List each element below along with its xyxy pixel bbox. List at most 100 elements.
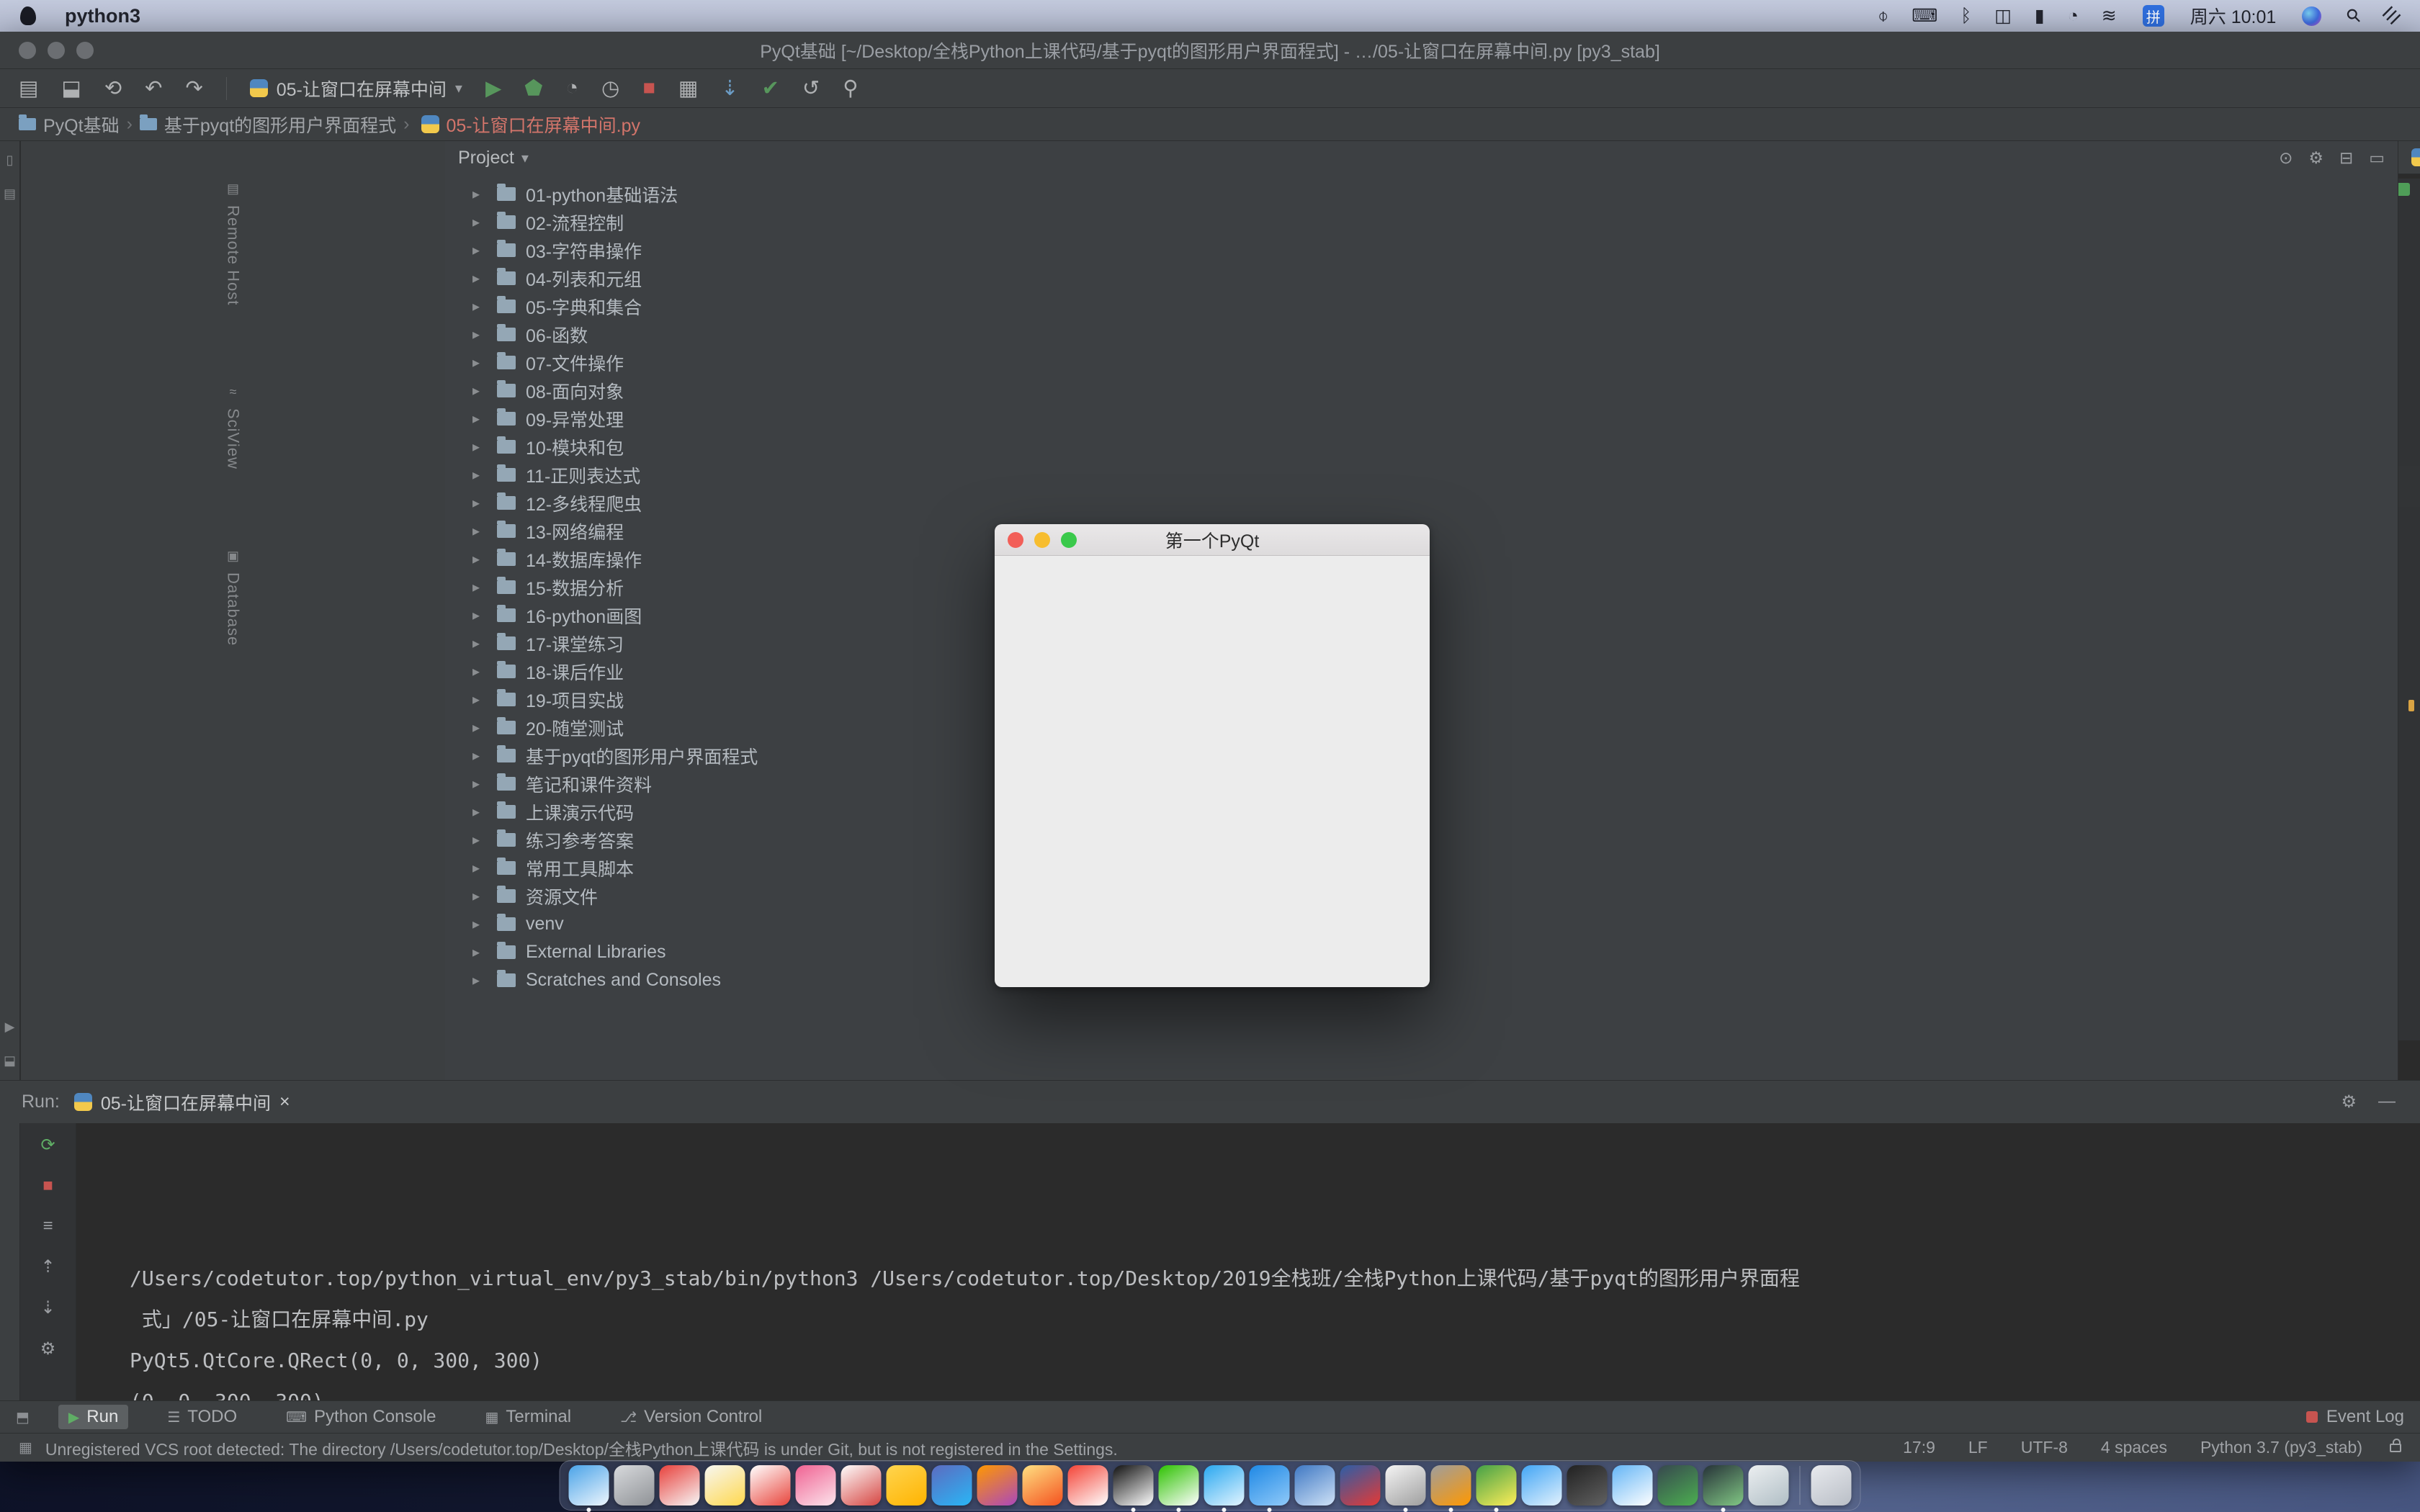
dock-reminders[interactable] bbox=[750, 1465, 791, 1506]
run-configuration-select[interactable]: 05-让窗口在屏幕中间 ▾ bbox=[250, 76, 462, 102]
event-log-tab[interactable]: Event Log bbox=[2306, 1407, 2404, 1427]
run-settings-icon[interactable]: ⚙ bbox=[2341, 1092, 2357, 1112]
dock-app-6[interactable] bbox=[796, 1465, 836, 1506]
tool-window-tab[interactable]: ⎇ Version Control bbox=[610, 1405, 772, 1429]
dock-app-8[interactable] bbox=[887, 1465, 927, 1506]
profiler-button[interactable]: ◷ bbox=[601, 76, 619, 101]
tool-window-tab[interactable]: ▶ Run bbox=[58, 1405, 128, 1429]
tool-sciview[interactable]: ≈ SciView bbox=[224, 384, 243, 469]
inspections-ok-icon[interactable] bbox=[2398, 183, 2410, 196]
dock-app-20[interactable] bbox=[1431, 1465, 1471, 1506]
pyqt-app-window[interactable]: 第一个PyQt bbox=[995, 524, 1430, 987]
chevron-right-icon[interactable]: ▸ bbox=[472, 859, 490, 877]
project-stripe-icon[interactable]: ▯ bbox=[6, 153, 14, 168]
code-line[interactable]: 19 # 课堂练习：让窗口显示在屏幕中间 bbox=[2398, 548, 2420, 589]
dock-textedit[interactable] bbox=[841, 1465, 882, 1506]
code-line[interactable]: 21 x = center_pointer.x() bbox=[2398, 630, 2420, 671]
hide-panel-icon[interactable]: ▭ bbox=[2369, 148, 2385, 168]
chevron-right-icon[interactable]: ▸ bbox=[472, 241, 490, 259]
pyqt-title-bar[interactable]: 第一个PyQt bbox=[995, 524, 1430, 556]
zoom-window-icon[interactable] bbox=[76, 42, 94, 59]
structure-stripe-icon[interactable]: ▤ bbox=[4, 186, 16, 202]
vcs-update-button[interactable]: ⇣ bbox=[721, 76, 738, 101]
dock-launchpad[interactable] bbox=[614, 1465, 655, 1506]
code-line[interactable]: 28 old_x, old_y, width, height = w.frame… bbox=[2398, 917, 2420, 958]
dock-app-18[interactable] bbox=[1340, 1465, 1381, 1506]
lock-icon[interactable] bbox=[2390, 1444, 2401, 1452]
dock-mail[interactable] bbox=[1250, 1465, 1290, 1506]
menu-bar-clock[interactable]: 周六 10:01 bbox=[2190, 3, 2277, 29]
status-grid-icon[interactable]: ▦ bbox=[19, 1439, 32, 1457]
chevron-right-icon[interactable]: ▸ bbox=[472, 494, 490, 512]
tree-item[interactable]: ▸ 03-字符串操作 bbox=[445, 236, 2398, 264]
status-widget[interactable]: Python 3.7 (py3_stab) bbox=[2200, 1438, 2362, 1457]
debug-button[interactable]: ⬟ bbox=[524, 76, 542, 101]
run-button[interactable]: ▶ bbox=[485, 76, 501, 101]
tool-window-tab[interactable]: ☰ TODO bbox=[157, 1405, 247, 1429]
tool-remote-host[interactable]: ▤ Remote Host bbox=[224, 181, 243, 305]
breadcrumb-segment[interactable]: 基于pyqt的图形用户界面程式 › bbox=[140, 112, 410, 138]
chevron-right-icon[interactable]: ▸ bbox=[472, 831, 490, 849]
code-line[interactable]: 26 print(w.frameGeometry().getRect()) bbox=[2398, 835, 2420, 876]
tree-item[interactable]: ▸ 10-模块和包 bbox=[445, 433, 2398, 461]
code-line[interactable]: 15 bbox=[2398, 384, 2420, 425]
code-line[interactable]: 18 bbox=[2398, 507, 2420, 548]
dock-trash[interactable] bbox=[1811, 1465, 1852, 1506]
code-line[interactable]: 16 # 将窗口放置在屏幕左上角 bbox=[2398, 425, 2420, 466]
keyboard-brightness-icon[interactable]: ⌨ bbox=[1912, 5, 1937, 27]
project-panel-header[interactable]: Project ▾ ⊙⚙⊟▭ bbox=[445, 141, 2398, 174]
tree-item[interactable]: ▸ 08-面向对象 bbox=[445, 377, 2398, 405]
chevron-right-icon[interactable]: ▸ bbox=[472, 522, 490, 540]
notification-center-icon[interactable]: ☰ bbox=[2378, 2, 2405, 29]
chevron-right-icon[interactable]: ▸ bbox=[472, 943, 490, 961]
tool-windows-toggle-icon[interactable]: ⬒ bbox=[16, 1408, 30, 1426]
dock-app-17[interactable] bbox=[1295, 1465, 1335, 1506]
console-menu-icon[interactable]: ≡ bbox=[42, 1216, 53, 1236]
chevron-right-icon[interactable]: ▸ bbox=[472, 297, 490, 315]
code-editor[interactable]: 10 # 设置窗口标题 11 w.setWindowTitle("第一个PyQt… bbox=[2398, 174, 2420, 1080]
tree-item[interactable]: ▸ 09-异常处理 bbox=[445, 405, 2398, 433]
dock-safari[interactable] bbox=[1204, 1465, 1245, 1506]
dock-wechat[interactable] bbox=[1159, 1465, 1199, 1506]
open-icon[interactable]: ▤ bbox=[19, 76, 38, 101]
chevron-right-icon[interactable]: ▸ bbox=[472, 185, 490, 203]
code-line[interactable]: 30 bbox=[2398, 999, 2420, 1040]
dock-photos[interactable] bbox=[977, 1465, 1018, 1506]
code-line[interactable]: 14 w.resize(300, 300) bbox=[2398, 343, 2420, 384]
chevron-right-icon[interactable]: ▸ bbox=[472, 438, 490, 456]
status-widget[interactable]: UTF-8 bbox=[2021, 1438, 2068, 1457]
app-menu-title[interactable]: python3 bbox=[65, 5, 140, 27]
chevron-right-icon[interactable]: ▸ bbox=[472, 719, 490, 737]
hide-run-panel-icon[interactable]: — bbox=[2378, 1092, 2396, 1112]
dock-terminal[interactable] bbox=[1658, 1465, 1698, 1506]
camera-icon[interactable]: ⌽ bbox=[1878, 6, 1888, 27]
code-line[interactable]: 25 print(w.frameGeometry()) bbox=[2398, 794, 2420, 835]
close-window-icon[interactable] bbox=[19, 42, 36, 59]
dock-qq[interactable] bbox=[1113, 1465, 1154, 1506]
redo-icon[interactable]: ↷ bbox=[185, 76, 202, 101]
chevron-right-icon[interactable]: ▸ bbox=[472, 887, 490, 905]
stop-button[interactable]: ■ bbox=[642, 76, 655, 100]
siri-icon[interactable] bbox=[2302, 6, 2321, 26]
code-line[interactable]: 29 w.move(x - width / 2, y - height / 2) bbox=[2398, 958, 2420, 999]
window-title-bar[interactable]: PyQt基础 [~/Desktop/全栈Python上课代码/基于pyqt的图形… bbox=[0, 32, 2420, 69]
tree-item[interactable]: ▸ 01-python基础语法 bbox=[445, 180, 2398, 208]
tool-windows-button[interactable]: ▦ bbox=[678, 76, 698, 101]
favorites-stripe-icon[interactable]: ⬓ bbox=[4, 1053, 16, 1068]
save-all-icon[interactable]: ⬓ bbox=[61, 76, 81, 101]
close-window-icon[interactable] bbox=[1008, 532, 1023, 548]
dock-finder[interactable] bbox=[569, 1465, 609, 1506]
breadcrumb-segment[interactable]: PyQt基础 › bbox=[19, 112, 133, 138]
sync-icon[interactable]: ⟲ bbox=[104, 76, 122, 101]
chevron-right-icon[interactable]: ▸ bbox=[472, 213, 490, 231]
input-method-icon[interactable]: 拼 bbox=[2143, 5, 2164, 27]
apple-menu-icon[interactable] bbox=[20, 6, 36, 25]
dock-app-19[interactable] bbox=[1386, 1465, 1426, 1506]
chevron-right-icon[interactable]: ▸ bbox=[472, 354, 490, 372]
rerun-icon[interactable]: ⟳ bbox=[40, 1135, 55, 1156]
run-stripe-icon[interactable]: ▶ bbox=[5, 1020, 15, 1035]
down-stacktrace-icon[interactable]: ⇣ bbox=[40, 1297, 55, 1318]
tool-window-tab[interactable]: ▦ Terminal bbox=[475, 1405, 582, 1429]
chevron-right-icon[interactable]: ▸ bbox=[472, 578, 490, 596]
console-output[interactable]: /Users/codetutor.top/python_virtual_env/… bbox=[76, 1123, 2420, 1400]
